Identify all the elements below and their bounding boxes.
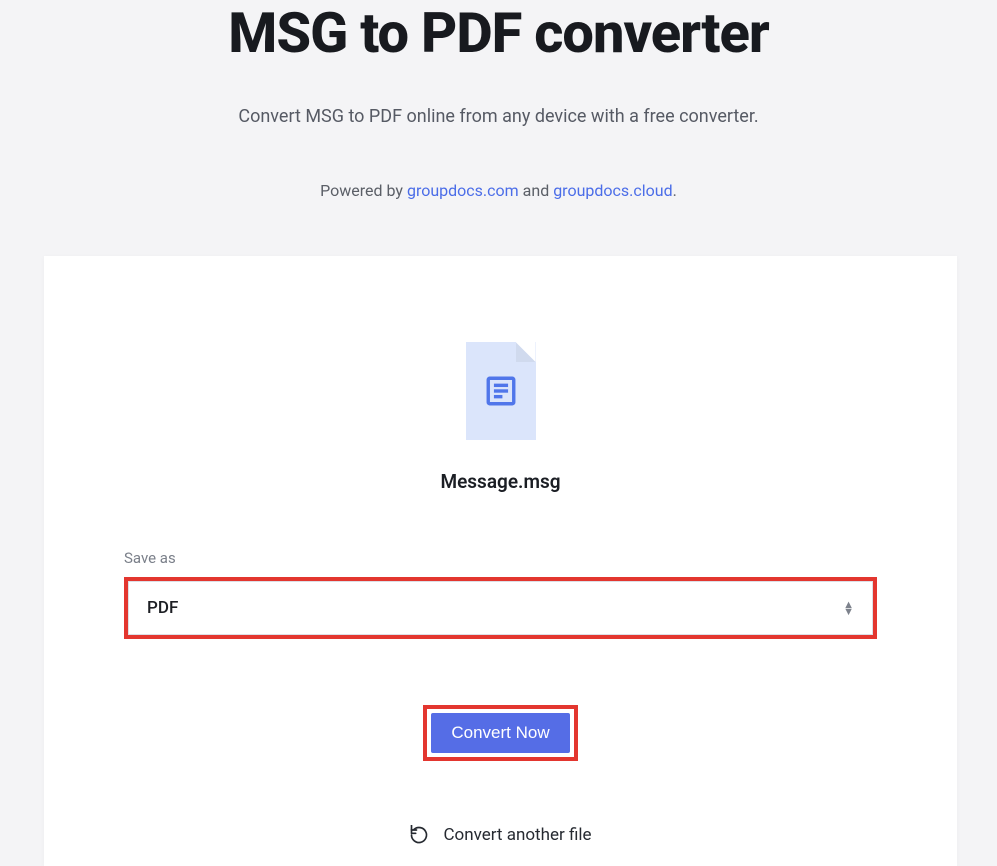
powered-prefix: Powered by	[320, 181, 407, 200]
document-icon	[466, 342, 536, 440]
page-subtitle: Convert MSG to PDF online from any devic…	[0, 106, 997, 127]
page-title: MSG to PDF converter	[0, 0, 997, 66]
convert-now-button[interactable]: Convert Now	[431, 713, 569, 753]
powered-and: and	[519, 181, 554, 200]
format-selected-value: PDF	[147, 598, 178, 618]
convert-another-link[interactable]: Convert another file	[409, 825, 591, 845]
powered-by-line: Powered by groupdocs.com and groupdocs.c…	[0, 181, 997, 200]
doc-lines-icon	[483, 373, 519, 409]
save-as-label: Save as	[124, 549, 877, 567]
convert-another-label: Convert another file	[443, 825, 591, 845]
format-select-highlight: PDF ▲▼	[124, 577, 877, 639]
uploaded-file-name: Message.msg	[124, 470, 877, 493]
format-select[interactable]: PDF ▲▼	[128, 581, 873, 635]
reload-icon	[409, 825, 429, 845]
chevron-updown-icon: ▲▼	[843, 602, 854, 615]
uploaded-file-area: Message.msg	[124, 316, 877, 493]
convert-button-highlight: Convert Now	[423, 705, 577, 761]
groupdocs-com-link[interactable]: groupdocs.com	[407, 181, 519, 200]
converter-card: Message.msg Save as PDF ▲▼ Convert Now	[44, 256, 957, 866]
groupdocs-cloud-link[interactable]: groupdocs.cloud	[553, 181, 672, 200]
powered-suffix: .	[673, 181, 677, 200]
